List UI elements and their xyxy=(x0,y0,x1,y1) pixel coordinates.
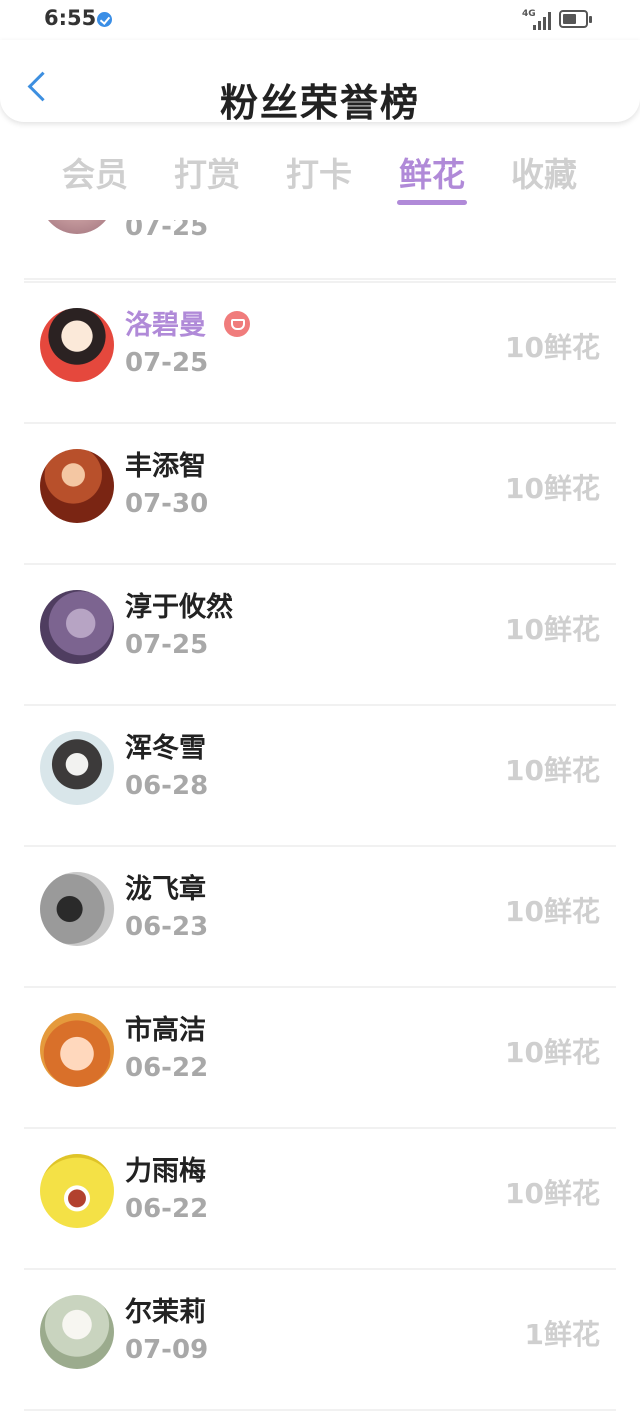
divider xyxy=(24,1268,616,1270)
avatar xyxy=(40,1154,114,1228)
list-item[interactable]: 浑冬雪 06-28 10鲜花 xyxy=(0,704,640,845)
flower-count: 10鲜花 xyxy=(505,1177,600,1210)
avatar xyxy=(40,308,114,382)
fan-name: 力雨梅 xyxy=(125,1156,206,1187)
fan-name: 泷飞章 xyxy=(125,874,206,905)
avatar xyxy=(40,449,114,523)
avatar xyxy=(40,1295,114,1369)
page-title: 粉丝荣誉榜 xyxy=(219,81,420,125)
fan-date: 06-28 xyxy=(125,771,209,801)
avatar xyxy=(40,590,114,664)
fan-date: 06-22 xyxy=(125,1194,209,1224)
avatar xyxy=(40,220,114,234)
divider xyxy=(24,422,616,424)
flower-count: 10鲜花 xyxy=(505,472,600,505)
flower-count: 10鲜花 xyxy=(505,895,600,928)
flower-count: 1鲜花 xyxy=(524,1318,600,1351)
avatar xyxy=(40,872,114,946)
flower-count: 10鲜花 xyxy=(505,1036,600,1069)
notification-icon xyxy=(97,12,112,27)
divider xyxy=(24,845,616,847)
fan-date: 06-23 xyxy=(125,912,209,942)
list-item[interactable]: 淳于攸然 07-25 10鲜花 xyxy=(0,563,640,704)
list-item[interactable]: 力雨梅 06-22 10鲜花 xyxy=(0,1127,640,1268)
list-item[interactable]: 泷飞章 06-23 10鲜花 xyxy=(0,845,640,986)
fan-name: 市高洁 xyxy=(125,1015,206,1046)
avatar xyxy=(40,731,114,805)
tab-members[interactable]: 会员 xyxy=(50,148,140,196)
fan-name: 丰添智 xyxy=(125,451,206,482)
status-bar: 6:55 4G xyxy=(0,0,640,40)
battery-icon xyxy=(559,10,592,28)
fan-date: 07-25 xyxy=(125,220,209,242)
divider xyxy=(24,1127,616,1129)
fan-name: 淳于攸然 xyxy=(125,592,233,623)
signal-icon xyxy=(531,10,553,30)
list-item[interactable]: 市高洁 06-22 10鲜花 xyxy=(0,986,640,1127)
fan-name: 尔茉莉 xyxy=(125,1297,206,1328)
fan-date: 07-09 xyxy=(125,1335,209,1365)
fan-date: 07-25 xyxy=(125,630,209,660)
flower-count: 10鲜花 xyxy=(505,754,600,787)
tab-checkin[interactable]: 打卡 xyxy=(274,148,364,196)
list-item-partial[interactable]: 07-25 xyxy=(0,220,640,280)
divider xyxy=(24,986,616,988)
fan-date: 07-30 xyxy=(125,489,209,519)
divider xyxy=(24,1409,616,1411)
divider xyxy=(24,563,616,565)
divider xyxy=(24,278,616,280)
fan-date: 06-22 xyxy=(125,1053,209,1083)
active-tab-indicator xyxy=(397,200,467,205)
status-time: 6:55 xyxy=(44,6,97,30)
fan-name: 浑冬雪 xyxy=(125,733,206,764)
divider xyxy=(24,281,616,283)
list-item[interactable]: 尔茉莉 07-09 1鲜花 xyxy=(0,1268,640,1409)
list-item[interactable]: 丰添智 07-30 10鲜花 xyxy=(0,422,640,563)
fan-date: 07-25 xyxy=(125,348,209,378)
divider xyxy=(24,704,616,706)
tab-bar: 会员 打赏 打卡 鲜花 收藏 xyxy=(0,140,640,210)
fan-name: 洛碧曼 xyxy=(125,310,206,341)
vip-badge-icon xyxy=(224,311,250,337)
tab-tips[interactable]: 打赏 xyxy=(162,148,252,196)
avatar xyxy=(40,1013,114,1087)
flower-count: 10鲜花 xyxy=(505,331,600,364)
tab-favorites[interactable]: 收藏 xyxy=(499,148,589,196)
tab-flowers[interactable]: 鲜花 xyxy=(387,148,477,196)
list-item[interactable]: 洛碧曼 07-25 10鲜花 xyxy=(0,281,640,422)
flower-count: 10鲜花 xyxy=(505,613,600,646)
